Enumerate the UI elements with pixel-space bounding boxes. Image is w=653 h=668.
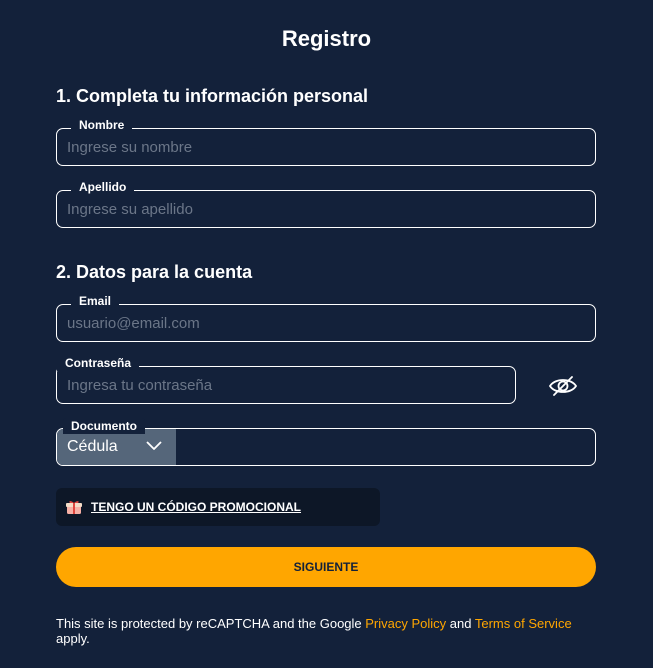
recaptcha-text-after: apply. <box>56 631 90 646</box>
eye-slash-icon <box>548 376 578 396</box>
section-personal-info-title: 1. Completa tu información personal <box>56 86 369 106</box>
apellido-input[interactable] <box>57 191 595 227</box>
next-button[interactable]: SIGUIENTE <box>56 547 596 587</box>
section-account-title: 2. Datos para la cuenta <box>56 262 253 282</box>
email-field: Email <box>56 293 596 342</box>
gift-icon <box>66 500 82 514</box>
apellido-field: Apellido <box>56 179 596 228</box>
email-input[interactable] <box>57 305 595 341</box>
recaptcha-text-middle: and <box>446 616 475 631</box>
privacy-policy-link[interactable]: Privacy Policy <box>365 616 446 631</box>
password-input[interactable] <box>57 367 515 403</box>
nombre-input[interactable] <box>57 129 595 165</box>
terms-of-service-link[interactable]: Terms of Service <box>475 616 572 631</box>
document-type-select[interactable]: Cédula <box>57 429 176 465</box>
password-field: Contraseña <box>56 355 516 404</box>
toggle-password-visibility-button[interactable] <box>546 371 580 401</box>
recaptcha-text-before: This site is protected by reCAPTCHA and … <box>56 616 366 631</box>
document-field: Cédula Documento <box>56 418 596 466</box>
document-type-value: Cédula <box>67 438 118 455</box>
promo-code-toggle[interactable]: TENGO UN CÓDIGO PROMOCIONAL <box>56 488 380 526</box>
document-number-input[interactable] <box>176 429 595 465</box>
recaptcha-notice: This site is protected by reCAPTCHA and … <box>56 616 596 646</box>
page-title: Registro <box>281 26 372 51</box>
document-label: Documento <box>63 418 145 434</box>
chevron-down-icon <box>146 441 162 450</box>
nombre-field: Nombre <box>56 117 596 166</box>
promo-code-label: TENGO UN CÓDIGO PROMOCIONAL <box>91 500 301 514</box>
